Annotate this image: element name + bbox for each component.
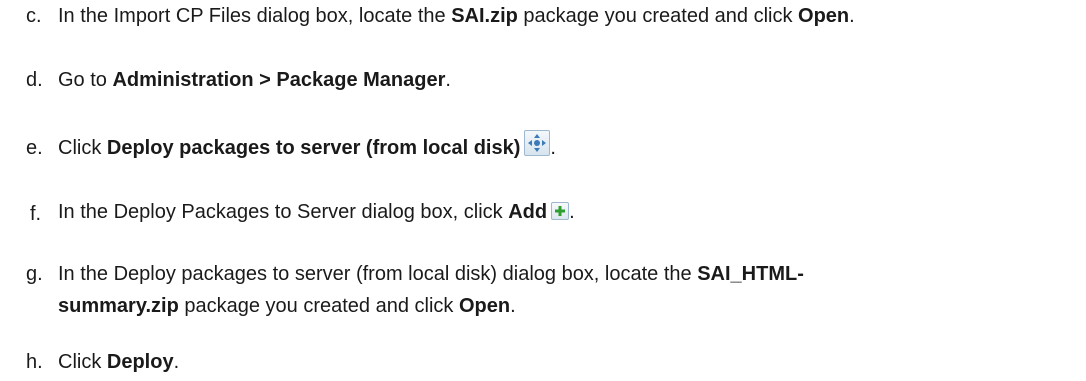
file-name: SAI.zip: [451, 5, 518, 27]
button-name: Add: [508, 201, 548, 223]
step-text-run: package you created and click: [517, 5, 799, 27]
step-text-run: .: [510, 295, 516, 317]
file-name: summary.zip: [58, 295, 179, 317]
step-text-run: Go to: [58, 69, 113, 91]
step-text-run: .: [550, 137, 556, 159]
button-name: Open: [798, 5, 850, 27]
step-text: In the Deploy packages to server (from l…: [58, 258, 804, 290]
step-text: summary.zip package you created and clic…: [58, 290, 516, 322]
step-text-run: Click: [58, 137, 107, 159]
button-name: Deploy packages to server (from local di…: [106, 137, 521, 159]
step-text: In the Deploy Packages to Server dialog …: [58, 196, 575, 228]
step-marker: h.: [26, 351, 43, 373]
step-text-run: In the Deploy Packages to Server dialog …: [58, 201, 509, 223]
button-name: Deploy: [106, 351, 174, 373]
step-text-run: In the Import CP Files dialog box, locat…: [58, 5, 452, 27]
step-text: Go to Administration > Package Manager.: [58, 64, 451, 96]
add-icon: [551, 202, 570, 220]
step-text: Click Deploy.: [58, 346, 179, 378]
button-name: Open: [458, 295, 511, 317]
step-text-run: .: [569, 201, 575, 223]
step-marker: e.: [26, 137, 43, 159]
step-marker: c.: [26, 5, 42, 27]
step-marker: d.: [26, 69, 43, 91]
step-text-run: .: [445, 69, 451, 91]
step-text: Click Deploy packages to server (from lo…: [58, 130, 556, 164]
step-text-run: package you created and click: [178, 295, 459, 317]
instruction-steps: c. In the Import CP Files dialog box, lo…: [0, 0, 1086, 381]
step-text: In the Import CP Files dialog box, locat…: [58, 0, 855, 32]
step-text-run: .: [173, 351, 180, 373]
file-name: SAI_HTML-: [697, 263, 804, 285]
step-text-run: Click: [58, 351, 107, 373]
deploy-packages-icon: [524, 130, 551, 156]
step-text-run: In the Deploy packages to server (from l…: [58, 263, 698, 285]
step-marker: g.: [26, 263, 43, 285]
step-text-run: .: [849, 5, 855, 27]
step-marker: f.: [30, 203, 42, 225]
menu-path: Administration > Package Manager: [112, 69, 446, 91]
